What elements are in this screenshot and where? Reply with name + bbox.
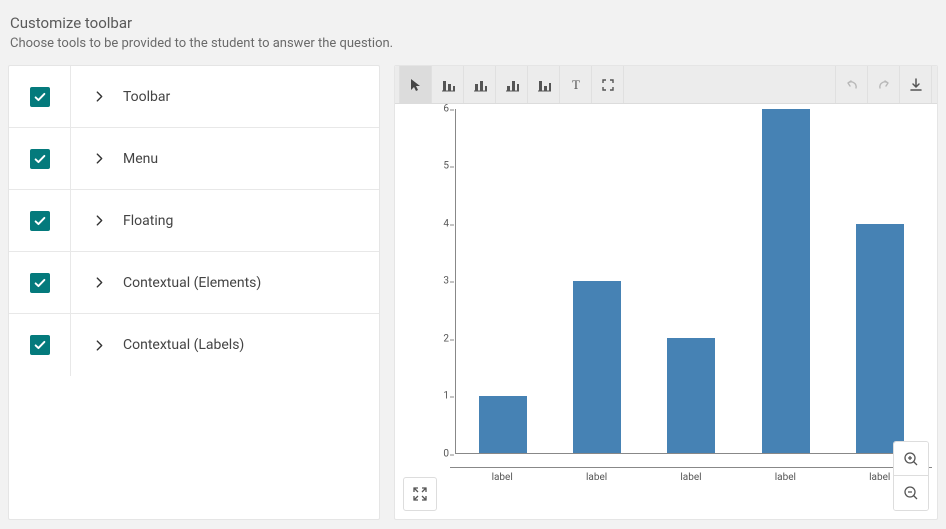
checkbox-toolbar[interactable] xyxy=(30,87,50,107)
bar-preset-3-button[interactable] xyxy=(495,66,528,103)
row-label: Contextual (Labels) xyxy=(123,337,244,353)
zoom-controls xyxy=(893,441,929,511)
bar[interactable] xyxy=(667,338,715,453)
undo-icon xyxy=(844,77,860,93)
check-icon xyxy=(33,276,47,290)
y-tick: 4 xyxy=(443,219,449,230)
row-label: Toolbar xyxy=(123,89,170,105)
y-tick: 6 xyxy=(443,104,449,115)
row-body-menu[interactable]: Menu xyxy=(71,128,379,189)
list-item: Toolbar xyxy=(9,66,379,128)
y-tick: 5 xyxy=(443,161,449,172)
zoom-in-icon xyxy=(902,450,920,468)
preview-panel: T 6 5 4 3 2 1 0 xyxy=(394,65,938,520)
svg-text:T: T xyxy=(572,77,580,92)
checkbox-cell xyxy=(9,190,71,251)
zoom-out-icon xyxy=(902,484,920,502)
undo-button[interactable] xyxy=(835,66,868,103)
pointer-icon xyxy=(408,77,424,93)
tools-list: Toolbar Menu xyxy=(8,65,380,520)
bar[interactable] xyxy=(762,109,810,453)
row-body-floating[interactable]: Floating xyxy=(71,190,379,251)
pointer-tool-button[interactable] xyxy=(399,66,432,103)
x-axis-labels: labellabellabellabellabel xyxy=(455,464,927,483)
text-tool-button[interactable]: T xyxy=(559,66,592,103)
chevron-right-icon xyxy=(91,340,107,351)
zoom-out-button[interactable] xyxy=(894,476,928,510)
bar-chart-icon xyxy=(536,77,552,93)
check-icon xyxy=(33,152,47,166)
bar-chart-icon xyxy=(440,77,456,93)
expand-icon xyxy=(411,485,429,503)
page-title: Customize toolbar xyxy=(10,14,938,32)
bar[interactable] xyxy=(479,396,527,453)
fullscreen-icon xyxy=(600,77,616,93)
download-button[interactable] xyxy=(899,66,932,103)
checkbox-cell xyxy=(9,252,71,313)
bar-preset-2-button[interactable] xyxy=(463,66,496,103)
checkbox-cell xyxy=(9,66,71,127)
chevron-right-icon xyxy=(91,277,107,288)
chart-area[interactable]: 6 5 4 3 2 1 0 labellabellabellabellabel xyxy=(395,104,937,519)
row-body-contextual-labels[interactable]: Contextual (Labels) xyxy=(71,314,379,376)
checkbox-cell xyxy=(9,314,71,376)
bar[interactable] xyxy=(856,224,904,453)
y-tick: 3 xyxy=(443,276,449,287)
checkbox-cell xyxy=(9,128,71,189)
bars-container xyxy=(456,109,927,453)
bar[interactable] xyxy=(573,281,621,453)
chevron-right-icon xyxy=(91,215,107,226)
y-axis: 6 5 4 3 2 1 0 xyxy=(425,104,455,454)
y-tick: 1 xyxy=(443,391,449,402)
x-axis-label: label xyxy=(478,464,526,483)
fullscreen-tool-button[interactable] xyxy=(591,66,624,103)
row-body-contextual-elements[interactable]: Contextual (Elements) xyxy=(71,252,379,313)
text-icon: T xyxy=(568,77,584,93)
bar-chart-icon xyxy=(472,77,488,93)
expand-button[interactable] xyxy=(403,477,437,511)
row-label: Contextual (Elements) xyxy=(123,275,261,291)
checkbox-menu[interactable] xyxy=(30,149,50,169)
zoom-in-button[interactable] xyxy=(894,442,928,476)
chevron-right-icon xyxy=(91,91,107,102)
x-axis-label: label xyxy=(761,464,809,483)
y-tick: 2 xyxy=(443,334,449,345)
checkbox-floating[interactable] xyxy=(30,211,50,231)
list-item: Floating xyxy=(9,190,379,252)
plot-area xyxy=(455,109,927,454)
list-item: Contextual (Elements) xyxy=(9,252,379,314)
check-icon xyxy=(33,338,47,352)
row-label: Menu xyxy=(123,151,158,167)
redo-icon xyxy=(876,77,892,93)
checkbox-contextual-labels[interactable] xyxy=(30,335,50,355)
list-item: Menu xyxy=(9,128,379,190)
redo-button[interactable] xyxy=(867,66,900,103)
download-icon xyxy=(908,77,924,93)
bar-preset-1-button[interactable] xyxy=(431,66,464,103)
row-body-toolbar[interactable]: Toolbar xyxy=(71,66,379,127)
checkbox-contextual-elements[interactable] xyxy=(30,273,50,293)
bar-preset-4-button[interactable] xyxy=(527,66,560,103)
x-axis-label: label xyxy=(573,464,621,483)
chart-toolbar: T xyxy=(395,66,937,104)
page-subtitle: Choose tools to be provided to the stude… xyxy=(10,36,938,51)
x-axis-label: label xyxy=(667,464,715,483)
check-icon xyxy=(33,214,47,228)
row-label: Floating xyxy=(123,213,173,229)
bar-chart-icon xyxy=(504,77,520,93)
chevron-right-icon xyxy=(91,153,107,164)
check-icon xyxy=(33,90,47,104)
y-tick: 0 xyxy=(443,449,449,460)
list-item: Contextual (Labels) xyxy=(9,314,379,376)
